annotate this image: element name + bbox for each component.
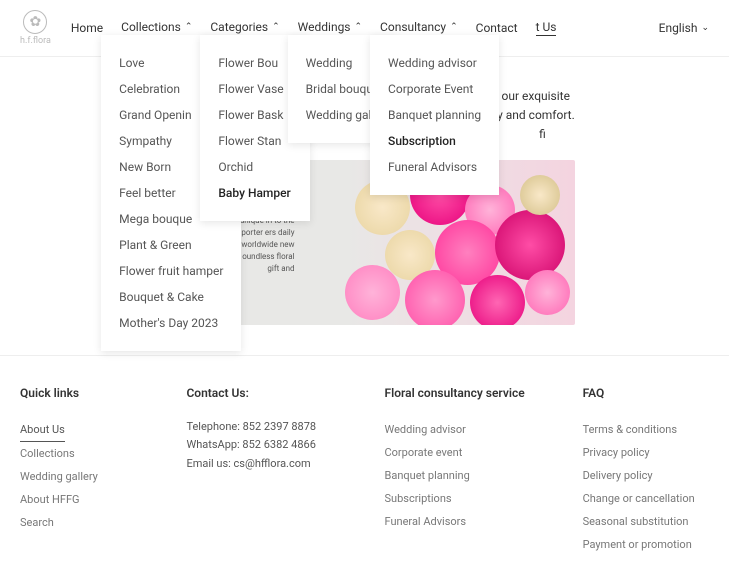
language-selector[interactable]: English⌄: [659, 21, 709, 35]
nav-collections[interactable]: Collections⌃ Love Celebration Grand Open…: [121, 20, 192, 36]
dd-categories-4[interactable]: Orchid: [218, 154, 292, 180]
footer-link-collections[interactable]: Collections: [20, 442, 146, 465]
footer-quicklinks: Quick links About Us Collections Wedding…: [20, 386, 146, 556]
footer-consultancy: Floral consultancy service Wedding advis…: [385, 386, 543, 556]
chevron-up-icon: ⌃: [355, 22, 363, 32]
dd-categories-1[interactable]: Flower Vase: [218, 76, 292, 102]
footer-link-payment[interactable]: Payment or promotion: [583, 533, 709, 556]
footer-link-funeral[interactable]: Funeral Advisors: [385, 510, 543, 533]
footer-link-search[interactable]: Search: [20, 511, 146, 534]
footer-link-corporate[interactable]: Corporate event: [385, 441, 543, 464]
dropdown-consultancy: Wedding advisor Corporate Event Banquet …: [370, 35, 499, 195]
nav-categories-label: Categories: [210, 20, 268, 34]
nav-weddings[interactable]: Weddings⌃ Wedding Bridal bouque Wedding …: [298, 20, 362, 36]
logo-text: h.f.flora: [20, 36, 51, 46]
dd-consultancy-3[interactable]: Subscription: [388, 128, 481, 154]
footer-link-wedding-advisor[interactable]: Wedding advisor: [385, 418, 543, 441]
dd-collections-7[interactable]: Plant & Green: [119, 232, 223, 258]
footer-contact-title: Contact Us:: [186, 386, 344, 400]
flower-logo-icon: ✿: [23, 10, 47, 34]
footer: Quick links About Us Collections Wedding…: [0, 355, 729, 576]
nav-home[interactable]: Home: [71, 20, 103, 36]
footer-link-change[interactable]: Change or cancellation: [583, 487, 709, 510]
footer-link-about-hffg[interactable]: About HFFG: [20, 488, 146, 511]
chevron-up-icon: ⌃: [450, 22, 458, 32]
chevron-up-icon: ⌃: [272, 22, 280, 32]
footer-quicklinks-title: Quick links: [20, 386, 146, 400]
dd-collections-9[interactable]: Bouquet & Cake: [119, 284, 223, 310]
nav-categories[interactable]: Categories⌃ Flower Bou Flower Vase Flowe…: [210, 20, 279, 36]
nav-consultancy-label: Consultancy: [380, 20, 446, 34]
footer-contact: Contact Us: Telephone: 852 2397 8878 Wha…: [186, 386, 344, 556]
footer-link-about[interactable]: About Us: [20, 418, 65, 442]
chevron-up-icon: ⌃: [185, 22, 193, 32]
nav-consultancy[interactable]: Consultancy⌃ Wedding advisor Corporate E…: [380, 20, 458, 36]
language-label: English: [659, 21, 698, 35]
dd-consultancy-1[interactable]: Corporate Event: [388, 76, 481, 102]
nav-weddings-label: Weddings: [298, 20, 351, 34]
logo[interactable]: ✿ h.f.flora: [20, 10, 51, 46]
footer-link-seasonal[interactable]: Seasonal substitution: [583, 510, 709, 533]
dd-collections-8[interactable]: Flower fruit hamper: [119, 258, 223, 284]
footer-link-privacy[interactable]: Privacy policy: [583, 441, 709, 464]
footer-consultancy-title: Floral consultancy service: [385, 386, 543, 400]
dd-categories-0[interactable]: Flower Bou: [218, 50, 292, 76]
dd-categories-3[interactable]: Flower Stan: [218, 128, 292, 154]
dd-collections-10[interactable]: Mother's Day 2023: [119, 310, 223, 336]
footer-link-banquet[interactable]: Banquet planning: [385, 464, 543, 487]
footer-link-subscriptions[interactable]: Subscriptions: [385, 487, 543, 510]
dd-consultancy-2[interactable]: Banquet planning: [388, 102, 481, 128]
footer-link-terms[interactable]: Terms & conditions: [583, 418, 709, 441]
dd-categories-5[interactable]: Baby Hamper: [218, 180, 292, 206]
nav: Home Collections⌃ Love Celebration Grand…: [71, 20, 659, 36]
contact-whatsapp: WhatsApp: 852 6382 4866: [186, 436, 344, 455]
contact-email: Email us: cs@hfflora.com: [186, 455, 344, 474]
dd-consultancy-4[interactable]: Funeral Advisors: [388, 154, 481, 180]
nav-about[interactable]: t Us: [536, 20, 557, 36]
chevron-down-icon: ⌄: [701, 23, 709, 33]
footer-link-wedding-gallery[interactable]: Wedding gallery: [20, 465, 146, 488]
footer-link-delivery[interactable]: Delivery policy: [583, 464, 709, 487]
dd-categories-2[interactable]: Flower Bask: [218, 102, 292, 128]
nav-collections-label: Collections: [121, 20, 181, 34]
nav-contact[interactable]: Contact: [476, 20, 518, 36]
dd-consultancy-0[interactable]: Wedding advisor: [388, 50, 481, 76]
contact-telephone: Telephone: 852 2397 8878: [186, 418, 344, 437]
footer-faq-title: FAQ: [583, 386, 709, 400]
footer-faq: FAQ Terms & conditions Privacy policy De…: [583, 386, 709, 556]
header: ✿ h.f.flora Home Collections⌃ Love Celeb…: [0, 0, 729, 57]
